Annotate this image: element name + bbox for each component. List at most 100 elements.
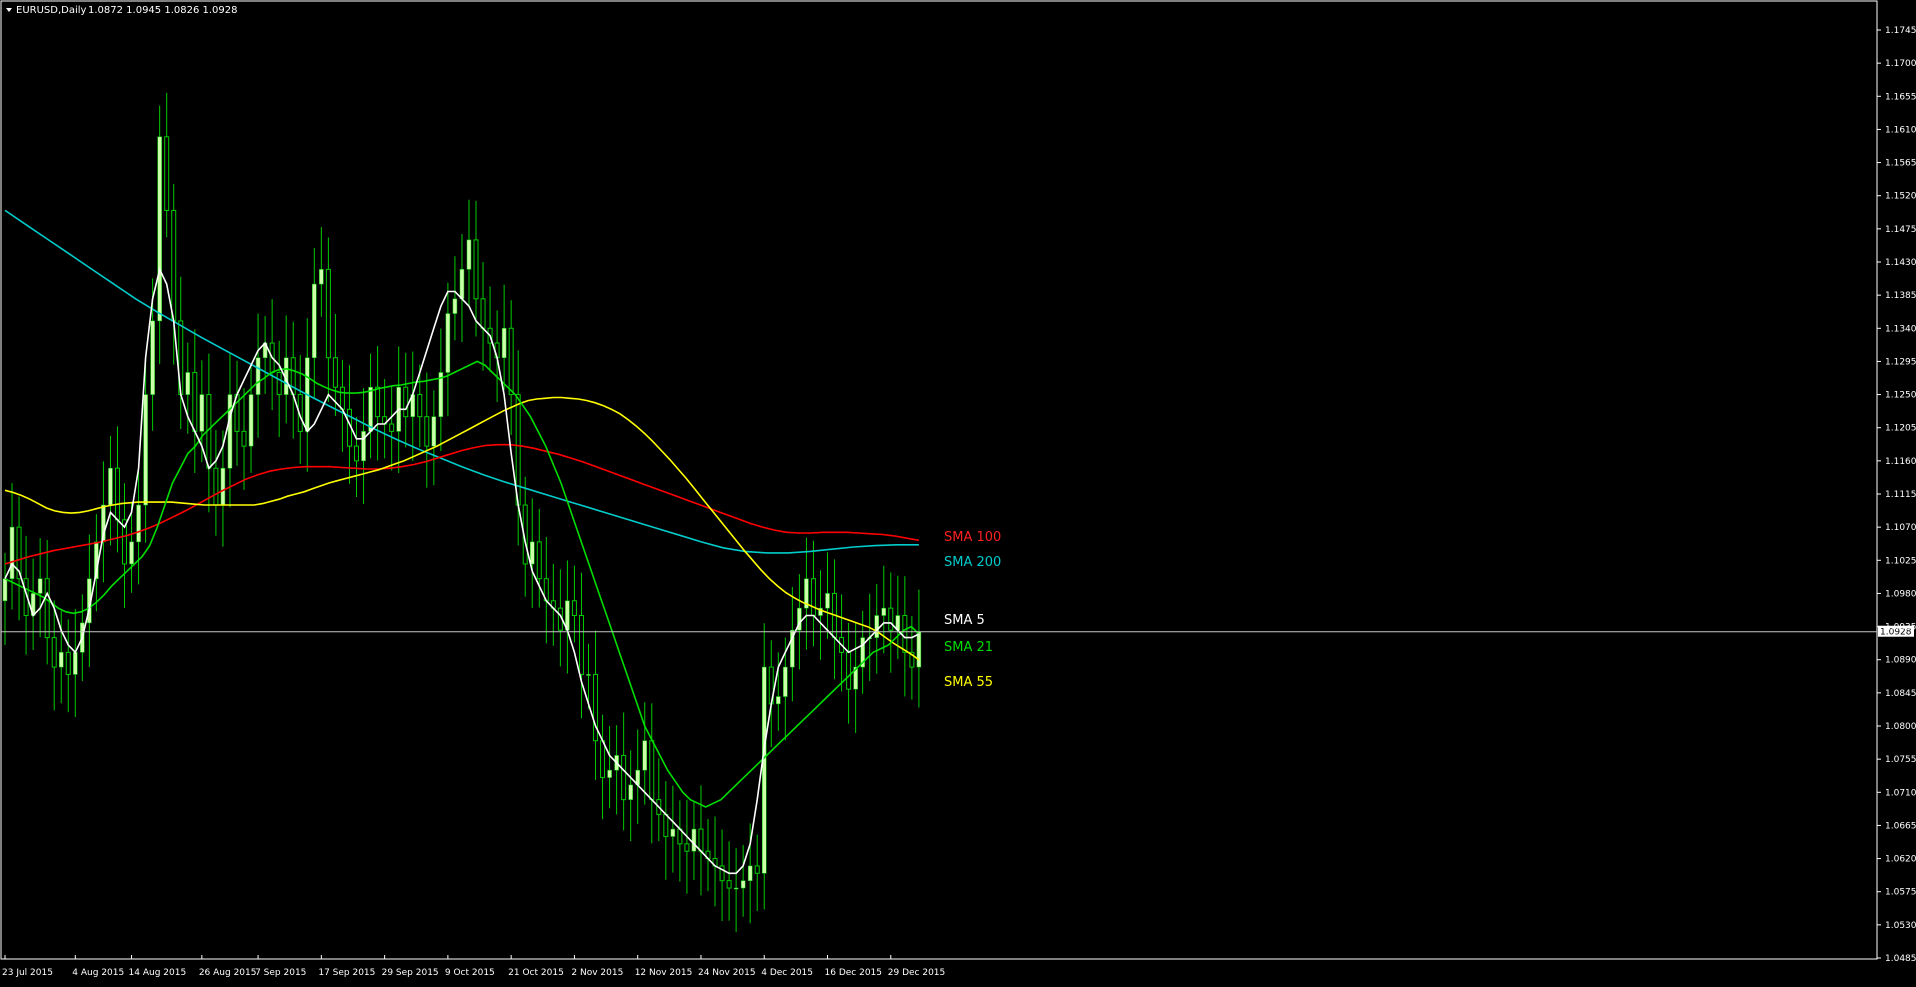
price-tick-label: 1.0485 bbox=[1885, 954, 1916, 964]
price-tick-label: 1.1475 bbox=[1885, 225, 1916, 235]
price-tick-label: 1.0980 bbox=[1885, 589, 1916, 599]
candle-body-bear bbox=[726, 880, 732, 889]
candle-body-bear bbox=[810, 578, 816, 617]
price-tick-label: 1.0935 bbox=[1885, 623, 1916, 633]
candle-body-bull bbox=[607, 769, 612, 778]
date-tick-label: 29 Dec 2015 bbox=[888, 968, 946, 978]
price-tick-label: 1.1250 bbox=[1885, 391, 1916, 401]
candle-body-bull bbox=[916, 631, 922, 668]
date-tick-label: 17 Sep 2015 bbox=[318, 968, 375, 978]
candle-body-bull bbox=[108, 467, 113, 506]
price-tick-label: 1.1745 bbox=[1885, 26, 1916, 36]
price-tick-label: 1.1565 bbox=[1885, 159, 1916, 169]
candle-body-bear bbox=[754, 865, 760, 874]
date-tick-label: 14 Aug 2015 bbox=[129, 968, 187, 978]
candle-body-bull bbox=[2, 578, 8, 602]
candle-body-bull bbox=[445, 313, 451, 373]
candle-body-bull bbox=[136, 504, 141, 543]
candle-body-bull bbox=[747, 865, 753, 881]
price-tick-label: 1.1520 bbox=[1885, 192, 1916, 202]
price-tick-label: 1.0890 bbox=[1885, 656, 1916, 666]
date-tick-label: 4 Aug 2015 bbox=[72, 968, 124, 978]
candle-body-bull bbox=[466, 239, 472, 270]
date-tick-label: 26 Aug 2015 bbox=[199, 968, 257, 978]
candle-body-bear bbox=[902, 615, 908, 653]
candle-body-bull bbox=[431, 416, 437, 447]
candle-body-bear bbox=[536, 541, 542, 580]
candle-body-bull bbox=[670, 828, 676, 837]
price-tick-label: 1.1430 bbox=[1885, 258, 1916, 268]
candle-body-bear bbox=[332, 357, 338, 388]
candle-body-bear bbox=[515, 394, 521, 506]
candle-body-bear bbox=[424, 416, 430, 447]
price-tick-label: 1.0800 bbox=[1885, 722, 1916, 732]
candle-body-bear bbox=[339, 386, 345, 410]
date-tick-label: 12 Nov 2015 bbox=[635, 968, 693, 978]
candle-body-bull bbox=[530, 541, 535, 565]
candle-body-bear bbox=[649, 740, 655, 801]
price-tick-label: 1.1115 bbox=[1885, 490, 1916, 500]
price-tick-label: 1.1070 bbox=[1885, 523, 1916, 533]
candle-body-bear bbox=[325, 268, 331, 359]
candle-body-bear bbox=[698, 828, 704, 852]
candle-body-bear bbox=[571, 600, 577, 617]
candle-body-bull bbox=[220, 467, 226, 506]
candle-body-bull bbox=[58, 652, 64, 668]
candle-body-bull bbox=[368, 386, 373, 432]
candle-body-bull bbox=[185, 372, 191, 395]
date-tick-label: 2 Nov 2015 bbox=[571, 968, 623, 978]
sma100-label: SMA 100 bbox=[944, 530, 1001, 545]
candle-body-bull bbox=[37, 578, 43, 594]
candle-body-bear bbox=[403, 386, 409, 418]
price-tick-label: 1.0710 bbox=[1885, 788, 1916, 798]
candle-body-bull bbox=[312, 283, 317, 358]
price-tick-label: 1.1700 bbox=[1885, 59, 1916, 69]
price-tick-label: 1.1160 bbox=[1885, 457, 1916, 467]
date-tick-label: 29 Sep 2015 bbox=[382, 968, 439, 978]
symbol-label: EURUSD,Daily bbox=[16, 5, 87, 16]
candle-body-bear bbox=[192, 371, 198, 432]
candle-body-bull bbox=[459, 269, 465, 300]
candle-body-bull bbox=[783, 666, 788, 697]
price-tick-label: 1.1205 bbox=[1885, 424, 1916, 434]
candle-body-bear bbox=[171, 209, 177, 322]
candle-body-bull bbox=[157, 136, 162, 322]
date-tick-label: 16 Dec 2015 bbox=[825, 968, 883, 978]
candle-body-bear bbox=[290, 357, 296, 396]
candle-body-bull bbox=[642, 740, 647, 771]
candle-body-bear bbox=[621, 754, 627, 801]
candle-body-bull bbox=[881, 607, 886, 616]
sma200-label: SMA 200 bbox=[944, 555, 1001, 570]
candle-body-bull bbox=[761, 666, 767, 874]
candle-body-bull bbox=[143, 394, 148, 506]
candle-body-bear bbox=[241, 430, 247, 447]
sma21-label: SMA 21 bbox=[944, 640, 993, 655]
candle-body-bear bbox=[51, 637, 57, 668]
price-tick-label: 1.1025 bbox=[1885, 556, 1916, 566]
date-tick-label: 21 Oct 2015 bbox=[508, 968, 564, 978]
price-tick-label: 1.0845 bbox=[1885, 689, 1916, 699]
candle-body-bear bbox=[600, 740, 606, 779]
price-chart[interactable]: EURUSD,Daily 1.0872 1.0945 1.0826 1.0928… bbox=[0, 0, 1916, 983]
chart-window[interactable]: EURUSD,Daily 1.0872 1.0945 1.0826 1.0928… bbox=[0, 0, 1916, 983]
price-tick-label: 1.0755 bbox=[1885, 755, 1916, 765]
candle-body-bull bbox=[691, 828, 697, 852]
candle-body-bear bbox=[354, 445, 359, 462]
candle-body-bear bbox=[164, 136, 170, 211]
candle-body-bear bbox=[114, 467, 120, 521]
candle-body-bear bbox=[480, 298, 486, 329]
candle-body-bear bbox=[684, 843, 690, 852]
candle-body-bull bbox=[361, 431, 366, 462]
candle-body-bull bbox=[776, 696, 781, 705]
candle-body-bull bbox=[248, 394, 254, 447]
candle-body-bear bbox=[473, 239, 479, 300]
candle-body-bear bbox=[389, 423, 395, 432]
price-tick-label: 1.0665 bbox=[1885, 821, 1916, 831]
candle-body-bear bbox=[578, 615, 584, 675]
price-tick-label: 1.1340 bbox=[1885, 324, 1916, 334]
candle-body-bull bbox=[73, 652, 78, 675]
date-tick-label: 4 Dec 2015 bbox=[761, 968, 813, 978]
date-tick-label: 24 Nov 2015 bbox=[698, 968, 756, 978]
candle-body-bear bbox=[65, 651, 71, 675]
candle-body-bull bbox=[150, 320, 155, 395]
